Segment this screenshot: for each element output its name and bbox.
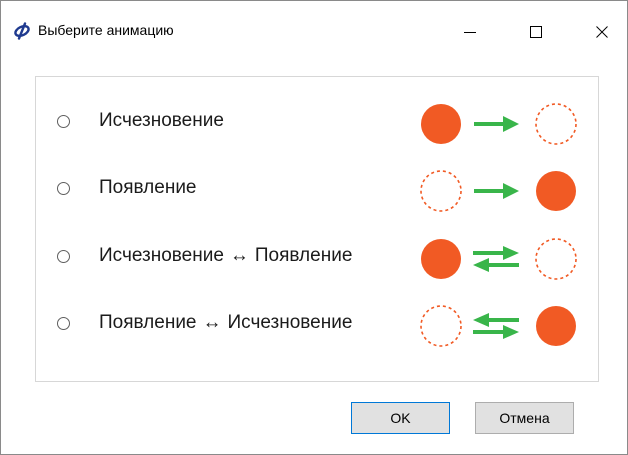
- option-label-part-a: Появление: [99, 312, 197, 333]
- title-bar[interactable]: Выберите анимацию: [1, 1, 627, 63]
- window-title: Выберите анимацию: [38, 22, 174, 38]
- radio-fade-out-in[interactable]: [57, 250, 70, 263]
- close-icon: [596, 26, 608, 38]
- option-label-part-b: Исчезновение: [227, 312, 353, 333]
- option-row-fade-in[interactable]: Появление: [36, 166, 598, 218]
- option-label-fade-out-in[interactable]: Исчезновение ↔ Появление: [99, 245, 352, 267]
- ok-button[interactable]: OK: [351, 402, 450, 434]
- close-button[interactable]: [579, 13, 625, 51]
- fade-out-in-animation-icon: [421, 238, 577, 280]
- option-label-part-b: Появление: [254, 245, 353, 266]
- bidirectional-separator: ↔: [229, 245, 249, 266]
- option-row-fade-in-out[interactable]: Появление ↔ Исчезновение: [36, 301, 598, 353]
- option-label-fade-in-out[interactable]: Появление ↔ Исчезновение: [99, 312, 352, 334]
- maximize-button[interactable]: [513, 13, 559, 51]
- option-label-fade-in[interactable]: Появление: [99, 177, 197, 199]
- bidirectional-separator: ↔: [202, 312, 222, 333]
- dialog-content: Исчезновение Появление Исчезновение ↔ По…: [1, 63, 627, 454]
- option-row-fade-out[interactable]: Исчезновение: [36, 99, 598, 151]
- option-row-fade-out-in[interactable]: Исчезновение ↔ Появление: [36, 234, 598, 286]
- fade-in-out-animation-icon: [420, 305, 576, 347]
- maximize-icon: [530, 26, 542, 38]
- radio-fade-in[interactable]: [57, 182, 70, 195]
- phi-app-icon: [14, 22, 30, 40]
- animation-options-group: Исчезновение Появление Исчезновение ↔ По…: [35, 76, 599, 382]
- option-label-part-a: Исчезновение: [99, 245, 224, 266]
- radio-fade-out[interactable]: [57, 115, 70, 128]
- dialog-window: Выберите анимацию Исчезновение Появление…: [0, 0, 628, 455]
- cancel-button[interactable]: Отмена: [475, 402, 574, 434]
- fade-out-animation-icon: [421, 103, 577, 145]
- option-label-fade-out[interactable]: Исчезновение: [99, 110, 224, 132]
- minimize-button[interactable]: [447, 13, 493, 51]
- fade-in-animation-icon: [420, 170, 576, 212]
- radio-fade-in-out[interactable]: [57, 317, 70, 330]
- minimize-icon: [464, 32, 476, 33]
